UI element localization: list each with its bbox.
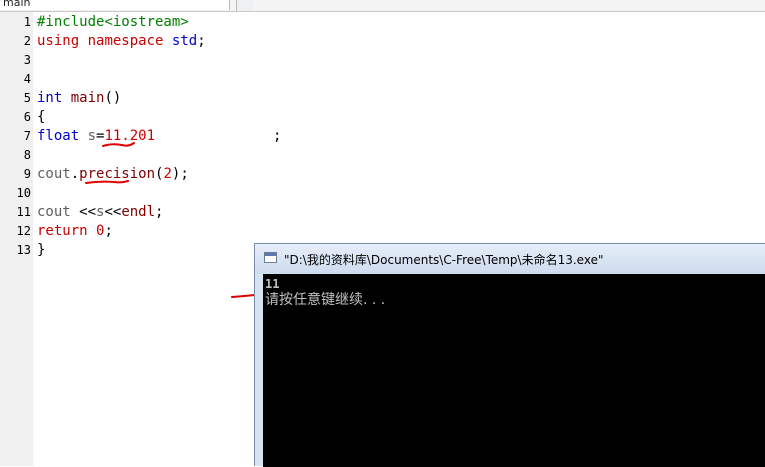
console-window[interactable]: "D:\我的资料库\Documents\C-Free\Temp\未命名13.ex… — [254, 243, 765, 467]
console-output-value: 11 — [265, 277, 280, 291]
console-title: "D:\我的资料库\Documents\C-Free\Temp\未命名13.ex… — [284, 253, 604, 267]
console-screen[interactable]: 11 请按任意键继续. . . — [263, 274, 765, 467]
console-titlebar[interactable]: "D:\我的资料库\Documents\C-Free\Temp\未命名13.ex… — [255, 244, 765, 274]
underline-mark-precision — [85, 180, 129, 184]
underline-mark-value — [102, 142, 135, 147]
console-app-icon — [264, 252, 277, 263]
console-continue-prompt: 请按任意键继续. . . — [265, 292, 386, 308]
